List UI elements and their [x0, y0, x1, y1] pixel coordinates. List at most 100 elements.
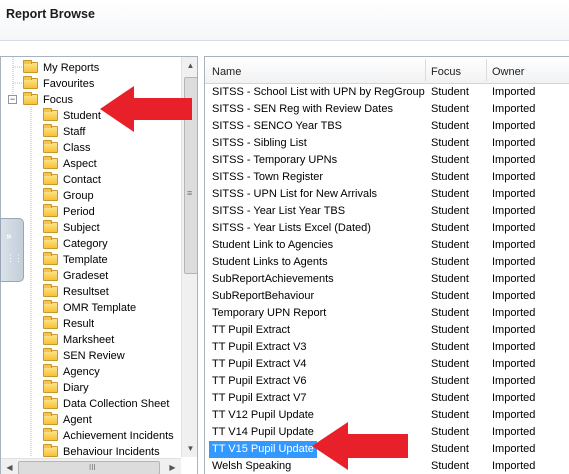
tree-item-label: Aspect: [63, 158, 97, 170]
report-owner: Imported: [492, 290, 536, 302]
column-header-name[interactable]: Name: [212, 66, 241, 78]
report-owner: Imported: [492, 222, 536, 234]
report-owner: Imported: [492, 392, 536, 404]
scroll-left-icon[interactable]: ◀: [1, 459, 18, 474]
tree-horizontal-scrollbar[interactable]: ◀ III ▶: [1, 458, 181, 474]
report-name: TT Pupil Extract V6: [212, 375, 307, 387]
hgrip-icon: III: [89, 463, 96, 472]
report-owner: Imported: [492, 205, 536, 217]
report-owner: Imported: [492, 120, 536, 132]
tree-item-label: Group: [63, 190, 94, 202]
table-row[interactable]: SubReportBehaviour Student Imported: [205, 288, 569, 305]
panel-splitter-handle[interactable]: » ⋮⋮: [0, 218, 24, 282]
report-focus: Student: [431, 375, 469, 387]
table-row[interactable]: TT Pupil Extract V7 Student Imported: [205, 390, 569, 407]
column-divider[interactable]: [486, 59, 487, 81]
report-owner: Imported: [492, 86, 536, 98]
report-name: Welsh Speaking: [212, 460, 292, 472]
title-bar: Report Browse: [0, 0, 569, 40]
table-row[interactable]: SITSS - Year Lists Excel (Dated) Student I…: [205, 220, 569, 237]
report-owner: Imported: [492, 188, 536, 200]
folder-icon: [23, 76, 38, 89]
scroll-right-icon[interactable]: ▶: [164, 459, 181, 474]
table-row[interactable]: SITSS - Sibling List Student Imported: [205, 135, 569, 152]
column-header-focus[interactable]: Focus: [431, 66, 461, 78]
report-focus: Student: [431, 137, 469, 149]
report-focus: Student: [431, 120, 469, 132]
report-focus: Student: [431, 443, 469, 455]
tree-item-label: SEN Review: [63, 350, 125, 362]
table-row[interactable]: SubReportAchievements Student Imported: [205, 271, 569, 288]
report-owner: Imported: [492, 137, 536, 149]
report-owner: Imported: [492, 443, 536, 455]
table-row[interactable]: SITSS - Temporary UPNs Student Imported: [205, 152, 569, 169]
report-focus: Student: [431, 171, 469, 183]
report-name: Temporary UPN Report: [212, 307, 327, 319]
report-owner: Imported: [492, 324, 536, 336]
folder-icon: [43, 348, 58, 361]
folder-icon: [43, 268, 58, 281]
folder-icon: [43, 140, 58, 153]
window-title: Report Browse: [6, 7, 95, 21]
tree-item-label: Period: [63, 206, 95, 218]
column-header-owner[interactable]: Owner: [492, 66, 524, 78]
table-row[interactable]: TT Pupil Extract V4 Student Imported: [205, 356, 569, 373]
table-row[interactable]: SITSS - School List with UPN by RegGroup…: [205, 84, 569, 101]
folder-icon: [43, 396, 58, 409]
tree-hscroll-thumb[interactable]: III: [18, 461, 160, 474]
table-row[interactable]: Student Link to Agencies Student Imported: [205, 237, 569, 254]
report-name: SITSS - Town Register: [212, 171, 324, 183]
report-name: TT Pupil Extract V3: [212, 341, 307, 353]
report-focus: Student: [431, 426, 469, 438]
report-owner: Imported: [492, 103, 536, 115]
report-focus: Student: [431, 188, 469, 200]
tree-item-label: My Reports: [43, 62, 100, 74]
report-name: SubReportAchievements: [212, 273, 334, 285]
report-owner: Imported: [492, 307, 536, 319]
report-name: TT Pupil Extract V7: [212, 392, 307, 404]
tree-item-label: Marksheet: [63, 334, 115, 346]
folder-icon: [43, 332, 58, 345]
folder-icon: [43, 124, 58, 137]
tree-item-label: Diary: [63, 382, 89, 394]
report-focus: Student: [431, 239, 469, 251]
report-name: SITSS - Sibling List: [212, 137, 307, 149]
column-divider[interactable]: [425, 59, 426, 81]
tree-item-label: Result: [63, 318, 95, 330]
scroll-up-icon[interactable]: ▲: [182, 57, 197, 74]
expand-panel-icon: »: [6, 231, 12, 242]
folder-icon: [23, 60, 38, 73]
folder-icon: [43, 172, 58, 185]
tree-item-label: OMR Template: [63, 302, 137, 314]
collapse-toggle-icon[interactable]: −: [8, 95, 17, 104]
folder-icon: [43, 236, 58, 249]
table-row[interactable]: TT Pupil Extract V3 Student Imported: [205, 339, 569, 356]
report-focus: Student: [431, 273, 469, 285]
table-row[interactable]: TT Pupil Extract Student Imported: [205, 322, 569, 339]
report-name: TT V12 Pupil Update: [212, 409, 314, 421]
table-row[interactable]: SITSS - UPN List for New Arrivals Student…: [205, 186, 569, 203]
report-focus: Student: [431, 460, 469, 472]
table-row[interactable]: Student Links to Agents Student Imported: [205, 254, 569, 271]
folder-icon: [43, 316, 58, 329]
folder-icon: [43, 380, 58, 393]
report-name: SITSS - Year List Year TBS: [212, 205, 346, 217]
scroll-down-icon[interactable]: ▼: [182, 440, 197, 457]
table-row[interactable]: Temporary UPN Report Student Imported: [205, 305, 569, 322]
report-list-panel: Name Focus Owner SITSS - School List wit…: [204, 56, 569, 474]
report-name: TT V14 Pupil Update: [212, 426, 314, 438]
tree-item-label: Agent: [63, 414, 92, 426]
table-row[interactable]: SITSS - SEN Reg with Review Dates Student…: [205, 101, 569, 118]
table-row[interactable]: SITSS - SENCO Year TBS Student Imported: [205, 118, 569, 135]
tree-item-label: Data Collection Sheet: [63, 398, 170, 410]
report-owner: Imported: [492, 171, 536, 183]
report-owner: Imported: [492, 341, 536, 353]
report-name: SITSS - Temporary UPNs: [212, 154, 338, 166]
report-focus: Student: [431, 205, 469, 217]
report-focus: Student: [431, 392, 469, 404]
table-row[interactable]: TT Pupil Extract V6 Student Imported: [205, 373, 569, 390]
table-row[interactable]: SITSS - Year List Year TBS Student Importe…: [205, 203, 569, 220]
folder-icon: [43, 156, 58, 169]
report-owner: Imported: [492, 460, 536, 472]
table-row[interactable]: SITSS - Town Register Student Imported: [205, 169, 569, 186]
